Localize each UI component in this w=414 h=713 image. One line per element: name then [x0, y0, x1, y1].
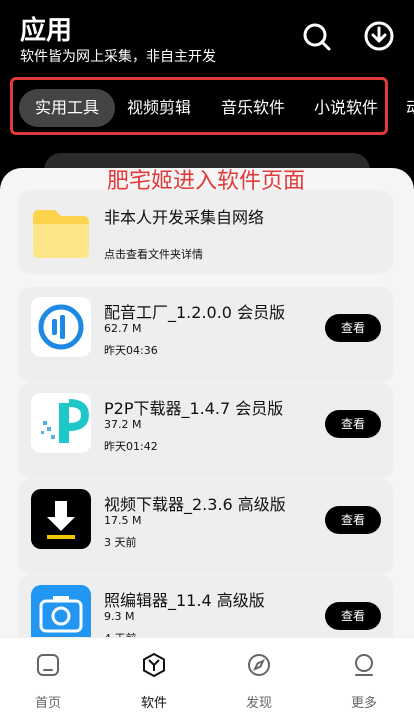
tab-more-partial[interactable]: 动 [406, 89, 414, 127]
app-name: 视频下载器_2.3.6 高级版 [104, 495, 286, 514]
app-name: 照编辑器_11.4 高级版 [104, 591, 265, 610]
app-date: 3 天前 [104, 536, 137, 549]
nav-more[interactable]: 更多 [329, 646, 399, 711]
app-card[interactable]: 配音工厂_1.2.0.0 会员版 62.7 M 昨天04:36 查看 [19, 287, 393, 382]
app-size: 37.2 M [104, 418, 142, 431]
page-title: 应用 [20, 16, 73, 46]
folder-subtitle: 点击查看文件夹详情 [104, 248, 203, 261]
nav-label: 软件 [140, 696, 167, 711]
app-card[interactable]: 视频下载器_2.3.6 高级版 17.5 M 3 天前 查看 [19, 479, 393, 574]
tab-music[interactable]: 音乐软件 [221, 89, 285, 127]
nav-home[interactable]: 首页 [13, 646, 83, 711]
user-icon [355, 654, 373, 676]
app-name: 配音工厂_1.2.0.0 会员版 [104, 303, 286, 322]
video-downloader-icon [31, 489, 91, 549]
app-size: 62.7 M [104, 322, 142, 335]
nav-label: 更多 [350, 696, 377, 711]
download-icon[interactable] [363, 20, 395, 52]
app-size: 9.3 M [104, 610, 135, 623]
bottom-nav: 首页 软件 发现 更多 [0, 637, 414, 713]
software-icon [143, 652, 165, 678]
page-subtitle: 软件皆为网上采集，非自主开发 [20, 49, 216, 65]
app-card[interactable]: P2P下载器_1.4.7 会员版 37.2 M 昨天01:42 查看 [19, 383, 393, 478]
app-date: 昨天04:36 [104, 344, 158, 357]
view-button[interactable]: 查看 [325, 410, 381, 438]
view-button[interactable]: 查看 [325, 602, 381, 630]
app-name: P2P下载器_1.4.7 会员版 [104, 399, 284, 418]
app-size: 17.5 M [104, 514, 142, 527]
app-date: 昨天01:42 [104, 440, 158, 453]
p2p-app-icon [31, 393, 91, 453]
tab-tools[interactable]: 实用工具 [19, 89, 116, 127]
compass-icon [248, 654, 270, 676]
search-icon[interactable] [300, 20, 332, 52]
dubbing-app-icon [31, 297, 91, 357]
nav-software[interactable]: 软件 [119, 646, 189, 711]
tab-video-edit[interactable]: 视频剪辑 [127, 89, 191, 127]
folder-card[interactable]: 非本人开发采集自网络 点击查看文件夹详情 [19, 190, 393, 274]
photo-editor-icon [31, 585, 91, 645]
nav-label: 首页 [34, 696, 61, 711]
nav-label: 发现 [245, 696, 272, 711]
view-button[interactable]: 查看 [325, 506, 381, 534]
view-button[interactable]: 查看 [325, 314, 381, 342]
nav-discover[interactable]: 发现 [224, 646, 294, 711]
folder-icon [33, 210, 89, 258]
home-icon [37, 654, 59, 676]
folder-title: 非本人开发采集自网络 [104, 208, 265, 227]
tab-novel[interactable]: 小说软件 [314, 89, 378, 127]
